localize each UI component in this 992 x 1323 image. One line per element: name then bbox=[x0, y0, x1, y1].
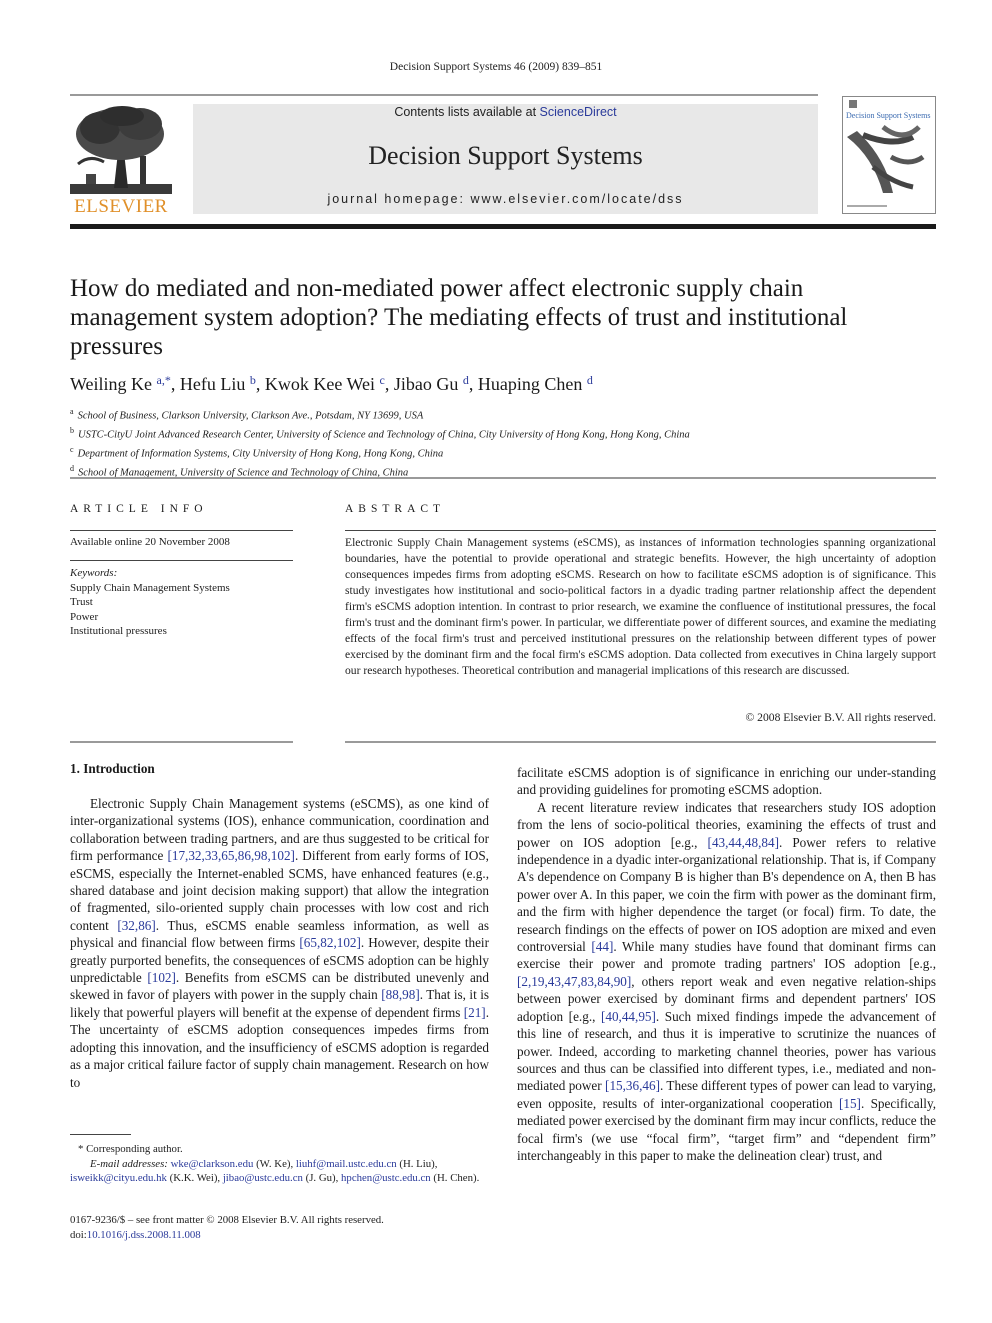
text-run: . Power refers to relative independence … bbox=[517, 834, 936, 955]
citation-link[interactable]: [65,82,102] bbox=[299, 935, 361, 950]
publisher-wordmark: ELSEVIER bbox=[74, 196, 168, 217]
citation-link[interactable]: [88,98] bbox=[381, 987, 419, 1002]
article-title: How do mediated and non-mediated power a… bbox=[70, 275, 848, 360]
citation-link[interactable]: [2,19,43,47,83,84,90] bbox=[517, 974, 631, 989]
available-online: Available online 20 November 2008 bbox=[70, 536, 230, 548]
divider bbox=[345, 741, 936, 743]
article-info-heading: ARTICLE INFO bbox=[70, 503, 208, 515]
divider bbox=[70, 477, 936, 479]
abstract-copyright: © 2008 Elsevier B.V. All rights reserved… bbox=[745, 711, 936, 724]
author-sup[interactable]: d bbox=[587, 373, 593, 387]
doi-label: doi: bbox=[70, 1228, 87, 1241]
affiliation: a School of Business, Clarkson University… bbox=[70, 407, 424, 422]
email-link[interactable]: hpchen@ustc.edu.cn bbox=[341, 1172, 431, 1184]
doi-line: doi:10.1016/j.dss.2008.11.008 bbox=[70, 1228, 384, 1243]
abstract-text: Electronic Supply Chain Management syste… bbox=[345, 536, 936, 677]
author: Weiling Ke bbox=[70, 374, 153, 394]
keyword: Trust bbox=[70, 596, 93, 608]
divider bbox=[70, 560, 293, 561]
body-column-right: facilitate eSCMS adoption is of signific… bbox=[517, 764, 936, 1164]
citation-link[interactable]: [15] bbox=[839, 1096, 861, 1111]
email-link[interactable]: liuhf@mail.ustc.edu.cn bbox=[296, 1158, 397, 1170]
email-link[interactable]: wke@clarkson.edu bbox=[171, 1158, 254, 1170]
email-owner: (J. Gu), bbox=[302, 1172, 342, 1184]
email-owner: (W. Ke), bbox=[253, 1157, 296, 1170]
email-owner: (K.K. Wei), bbox=[166, 1172, 223, 1184]
abstract-heading: ABSTRACT bbox=[345, 503, 446, 515]
paragraph: Electronic Supply Chain Management syste… bbox=[70, 795, 489, 1091]
footnote-rule bbox=[70, 1134, 131, 1135]
keyword: Institutional pressures bbox=[70, 625, 167, 637]
author: Jibao Gu bbox=[393, 374, 459, 394]
keyword: Power bbox=[70, 610, 99, 623]
email-addresses: E-mail addresses: wke@clarkson.edu (W. K… bbox=[70, 1157, 489, 1186]
paragraph: facilitate eSCMS adoption is of signific… bbox=[517, 765, 936, 798]
author: Kwok Kee Wei bbox=[264, 374, 376, 394]
header-thick-rule bbox=[70, 224, 936, 229]
running-head: Decision Support Systems 46 (2009) 839–8… bbox=[389, 61, 603, 73]
journal-name: Decision Support Systems bbox=[368, 141, 643, 170]
corresponding-author: * Corresponding author. bbox=[78, 1143, 183, 1155]
cover-illustration-icon bbox=[847, 100, 925, 207]
author-list: Weiling Ke a,*, Hefu Liu b, Kwok Kee Wei… bbox=[70, 373, 593, 394]
email-link[interactable]: jibao@ustc.edu.cn bbox=[223, 1172, 303, 1184]
journal-homepage[interactable]: journal homepage: www.elsevier.com/locat… bbox=[193, 192, 818, 206]
keyword: Supply Chain Management Systems bbox=[70, 581, 230, 594]
divider bbox=[70, 530, 293, 531]
email-owner: (H. Chen). bbox=[430, 1172, 480, 1184]
sciencedirect-link[interactable]: ScienceDirect bbox=[540, 105, 617, 119]
author-sup[interactable]: b bbox=[250, 373, 256, 387]
contents-prefix: Contents lists available at bbox=[394, 105, 540, 119]
author-sup[interactable]: c bbox=[380, 373, 385, 387]
affiliations: a School of Business, Clarkson University… bbox=[70, 405, 690, 481]
top-rule bbox=[70, 94, 818, 96]
section-heading: 1. Introduction bbox=[70, 761, 155, 776]
author: Huaping Chen bbox=[477, 374, 583, 394]
contents-line: Contents lists available at ScienceDirec… bbox=[193, 105, 818, 119]
body-column-left: Electronic Supply Chain Management syste… bbox=[70, 795, 489, 1091]
email-owner: (H. Liu), bbox=[396, 1157, 438, 1170]
journal-cover-thumbnail: Decision Support Systems bbox=[842, 96, 936, 214]
citation-link[interactable]: [43,44,48,84] bbox=[708, 835, 779, 850]
author: Hefu Liu bbox=[179, 374, 246, 394]
citation-link[interactable]: [44] bbox=[591, 939, 613, 954]
email-label: E-mail addresses: bbox=[90, 1157, 171, 1170]
citation-link[interactable]: [40,44,95] bbox=[601, 1009, 656, 1024]
front-matter: 0167-9236/$ – see front matter © 2008 El… bbox=[70, 1213, 384, 1242]
email-link[interactable]: isweikk@cityu.edu.hk bbox=[70, 1172, 167, 1184]
divider bbox=[345, 530, 936, 531]
keywords-label: Keywords: bbox=[70, 567, 118, 579]
issn-line: 0167-9236/$ – see front matter © 2008 El… bbox=[70, 1214, 384, 1226]
tree-icon bbox=[70, 106, 172, 194]
divider bbox=[70, 741, 293, 743]
citation-link[interactable]: [32,86] bbox=[117, 918, 155, 933]
author-sup[interactable]: a,* bbox=[157, 373, 171, 387]
affiliation: b USTC-CityU Joint Advanced Research Cent… bbox=[70, 426, 690, 441]
affiliation: c Department of Information Systems, City… bbox=[70, 445, 444, 460]
author-sup[interactable]: d bbox=[463, 373, 469, 387]
keywords: Keywords: Supply Chain Management System… bbox=[70, 566, 230, 639]
citation-link[interactable]: [102] bbox=[147, 970, 176, 985]
doi-link[interactable]: 10.1016/j.dss.2008.11.008 bbox=[87, 1229, 201, 1241]
citation-link[interactable]: [15,36,46] bbox=[605, 1078, 660, 1093]
paragraph: A recent literature review indicates tha… bbox=[517, 799, 936, 1165]
citation-link[interactable]: [21] bbox=[464, 1005, 486, 1020]
citation-link[interactable]: [17,32,33,65,86,98,102] bbox=[167, 848, 294, 863]
footnotes: * Corresponding author. E-mail addresses… bbox=[70, 1142, 489, 1186]
